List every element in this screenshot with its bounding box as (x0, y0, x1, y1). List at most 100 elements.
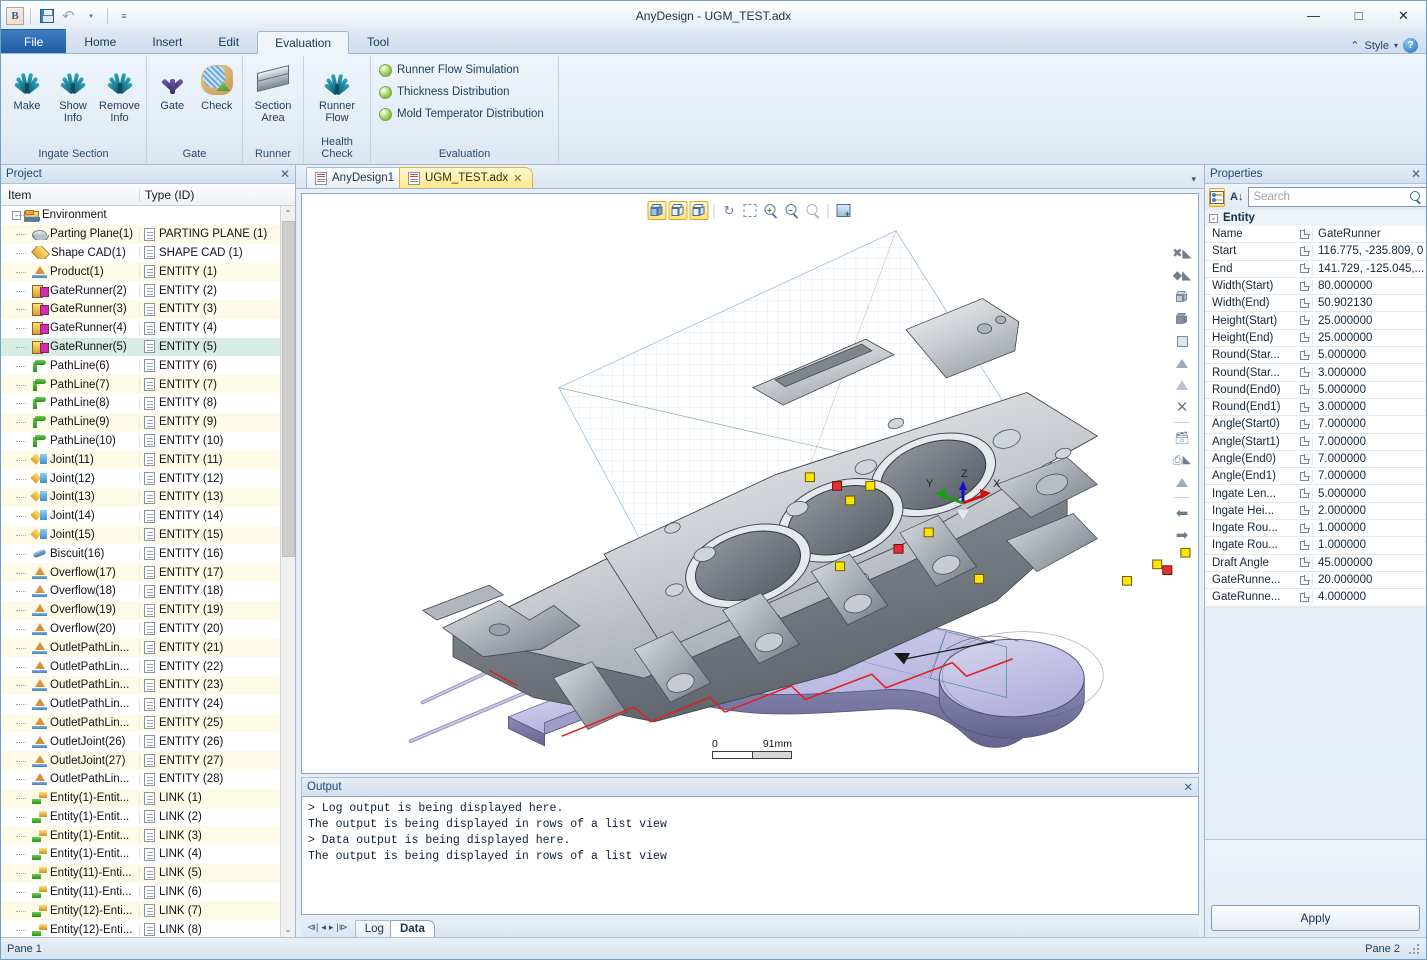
section-area-button[interactable]: Section Area (246, 60, 300, 127)
scrollbar-thumb[interactable] (282, 221, 295, 558)
collapse-ribbon-icon[interactable]: ⌃ (1350, 39, 1359, 52)
project-tree[interactable]: - Environment Parting Plane(1) PARTING PLAN… (1, 206, 295, 937)
property-row[interactable]: Angle(End0) 7.000000 (1205, 450, 1426, 469)
triangle-icon[interactable] (1172, 376, 1192, 394)
shaded-view-button[interactable] (647, 201, 667, 220)
maximize-button[interactable]: □ (1336, 1, 1381, 30)
property-edit-button[interactable] (1297, 540, 1312, 550)
column-header-type[interactable]: Type (ID) (139, 187, 295, 202)
clear-icon[interactable]: ✕ (1172, 398, 1192, 416)
property-edit-button[interactable] (1297, 298, 1312, 308)
last-record-button[interactable]: |⧐ (336, 922, 347, 933)
property-row[interactable]: GateRunne... 20.000000 (1205, 571, 1426, 590)
select-point-icon[interactable]: ✖◣ (1172, 244, 1192, 262)
property-value[interactable]: 4.000000 (1312, 591, 1426, 604)
tree-row[interactable]: Joint(12) ENTITY (12) (1, 469, 295, 488)
property-row[interactable]: Draft Angle 45.000000 (1205, 554, 1426, 572)
property-edit-button[interactable] (1297, 385, 1312, 395)
property-value[interactable]: 25.000000 (1312, 314, 1426, 327)
ribbon-tab-file[interactable]: File (1, 29, 67, 53)
property-value[interactable]: 116.775, -235.809, 0 (1312, 245, 1426, 258)
property-value[interactable]: 141.729, -125.045,... (1312, 262, 1426, 275)
tree-row[interactable]: OutletPathLin... ENTITY (23) (1, 675, 295, 695)
tree-row[interactable]: Biscuit(16) ENTITY (16) (1, 544, 295, 563)
property-value[interactable]: 1.000000 (1312, 522, 1426, 535)
close-icon[interactable]: ✕ (280, 167, 290, 181)
tree-row[interactable]: OutletPathLin... ENTITY (22) (1, 657, 295, 676)
tree-row[interactable]: Entity(1)-Entit... LINK (3) (1, 826, 295, 846)
search-input[interactable] (1253, 191, 1408, 203)
property-edit-button[interactable] (1297, 246, 1312, 256)
tree-row[interactable]: OutletPathLin... ENTITY (25) (1, 713, 295, 733)
property-edit-button[interactable] (1297, 523, 1312, 533)
property-row[interactable]: Angle(Start1) 7.000000 (1205, 433, 1426, 451)
tree-row[interactable]: Joint(15) ENTITY (15) (1, 525, 295, 545)
tree-row[interactable]: OutletPathLin... ENTITY (21) (1, 638, 295, 658)
thickness-distribution-item[interactable]: Thickness Distribution (374, 81, 516, 103)
project-tree-scrollbar[interactable]: ⌃ ⌄ (280, 206, 295, 937)
tree-row[interactable]: Overflow(19) ENTITY (19) (1, 600, 295, 620)
property-value[interactable]: 5.000000 (1312, 349, 1426, 362)
ribbon-tab-insert[interactable]: Insert (134, 30, 200, 53)
property-row[interactable]: Round(Star... 5.000000 (1205, 347, 1426, 365)
property-row[interactable]: GateRunne... 4.000000 (1205, 589, 1426, 607)
tree-row[interactable]: OutletPathLin... ENTITY (28) (1, 770, 295, 789)
runner-flow-button[interactable]: Runner Flow (307, 60, 367, 127)
property-row[interactable]: Width(End) 50.902130 (1205, 295, 1426, 313)
tree-row[interactable]: GateRunner(3) ENTITY (3) (1, 299, 295, 319)
property-edit-button[interactable] (1297, 281, 1312, 291)
cone-icon[interactable] (1172, 473, 1192, 491)
customize-qat-button[interactable]: ≡ (114, 6, 134, 26)
document-tab-anydesign1[interactable]: AnyDesign1 (306, 167, 406, 188)
property-value[interactable]: 7.000000 (1312, 453, 1426, 465)
app-logo-icon[interactable]: B (6, 6, 24, 25)
style-dropdown-icon[interactable]: ▾ (1394, 41, 1398, 50)
property-edit-button[interactable] (1297, 489, 1312, 499)
apply-button[interactable]: Apply (1211, 905, 1420, 931)
properties-grid[interactable]: Name GateRunner Start 116.775, -235.809, 0 E… (1205, 226, 1426, 839)
property-value[interactable]: 2.000000 (1312, 504, 1426, 517)
collapse-icon[interactable]: - (1209, 213, 1218, 223)
column-header-item[interactable]: Item (1, 188, 139, 202)
property-edit-button[interactable] (1297, 558, 1312, 568)
property-edit-button[interactable] (1297, 437, 1312, 447)
undo-dropdown-button[interactable]: ▾ (81, 6, 101, 26)
property-value[interactable]: 80.000000 (1312, 280, 1426, 293)
close-icon[interactable]: ✕ (1411, 167, 1421, 181)
solid-cube-icon[interactable] (1172, 288, 1192, 306)
property-edit-button[interactable] (1297, 506, 1312, 516)
tab-list-dropdown-icon[interactable]: ▾ (1191, 174, 1204, 188)
scroll-down-icon[interactable]: ⌄ (281, 922, 295, 937)
tree-row[interactable]: Joint(14) ENTITY (14) (1, 507, 295, 526)
tree-row[interactable]: OutletJoint(26) ENTITY (26) (1, 732, 295, 751)
undo-view-icon[interactable]: ⬅ (1172, 504, 1192, 522)
property-edit-button[interactable] (1297, 592, 1312, 602)
wireframe-view-button[interactable] (689, 201, 709, 220)
close-icon[interactable]: ✕ (1183, 780, 1193, 794)
property-value[interactable]: 7.000000 (1312, 435, 1426, 448)
property-edit-button[interactable] (1297, 350, 1312, 360)
property-edit-button[interactable] (1297, 333, 1312, 343)
tree-row[interactable]: Entity(1)-Entit... LINK (4) (1, 845, 295, 864)
tree-row[interactable]: Product(1) ENTITY (1) (1, 262, 295, 282)
tree-row[interactable]: Shape CAD(1) SHAPE CAD (1) (1, 244, 295, 263)
rotate-button[interactable]: ↻ (720, 201, 739, 220)
tree-row[interactable]: Entity(12)-Enti... LINK (7) (1, 901, 295, 921)
property-row[interactable]: Ingate Len... 5.000000 (1205, 485, 1426, 503)
property-row[interactable]: Ingate Hei... 2.000000 (1205, 502, 1426, 521)
property-row[interactable]: Height(Start) 25.000000 (1205, 312, 1426, 330)
mold-temperator-distribution-item[interactable]: Mold Temperator Distribution (374, 103, 551, 125)
property-row[interactable]: End 141.729, -125.045,... (1205, 260, 1426, 278)
ribbon-tab-home[interactable]: Home (66, 30, 134, 53)
tree-row[interactable]: PathLine(6) ENTITY (6) (1, 356, 295, 375)
tree-row[interactable]: Joint(11) ENTITY (11) (1, 450, 295, 470)
output-tab-data[interactable]: Data (389, 920, 435, 937)
first-record-button[interactable]: ⧏| (307, 922, 318, 933)
tree-row[interactable]: Parting Plane(1) PARTING PLANE (1) (1, 224, 295, 244)
property-row[interactable]: Round(Star... 3.000000 (1205, 364, 1426, 382)
property-value[interactable]: 25.000000 (1312, 331, 1426, 344)
scrollbar-track[interactable] (281, 221, 295, 922)
tree-row[interactable]: OutletJoint(27) ENTITY (27) (1, 751, 295, 770)
property-edit-button[interactable] (1297, 402, 1312, 412)
property-edit-button[interactable] (1297, 368, 1312, 378)
